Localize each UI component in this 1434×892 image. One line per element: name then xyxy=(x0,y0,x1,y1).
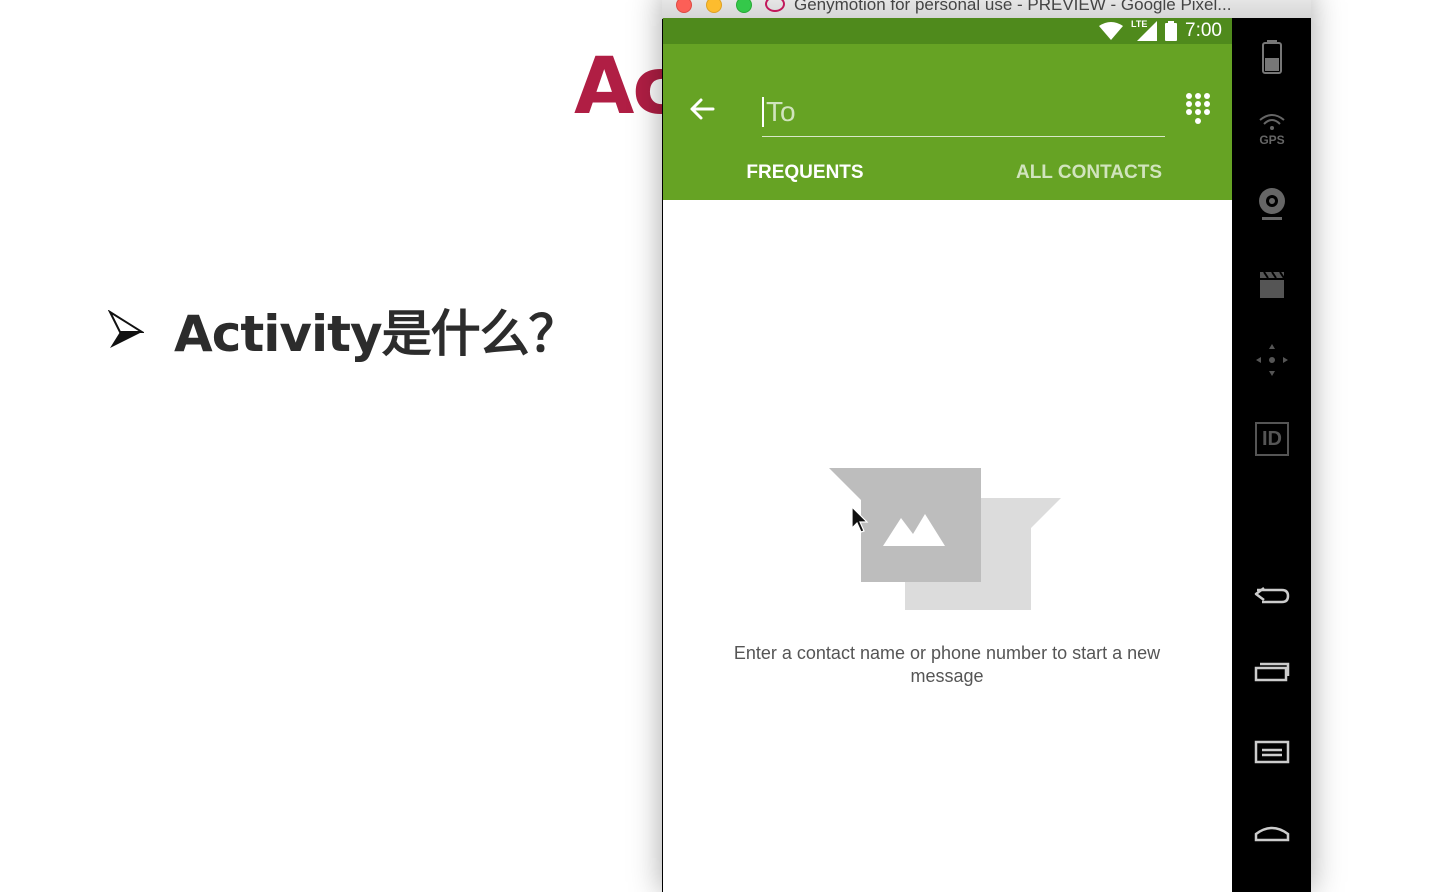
to-input[interactable] xyxy=(766,96,1146,128)
maximize-window-button[interactable] xyxy=(736,0,752,13)
tab-selected-indicator xyxy=(663,222,932,226)
status-time: 7:00 xyxy=(1185,20,1222,41)
menu-icon[interactable] xyxy=(1252,732,1292,772)
to-recipient-field[interactable] xyxy=(762,88,1165,137)
gps-icon xyxy=(1259,114,1285,130)
device-id-button[interactable]: ID xyxy=(1255,422,1289,456)
tab-all-contacts[interactable]: ALL CONTACTS xyxy=(947,162,1231,200)
wifi-icon xyxy=(1099,22,1124,40)
battery-widget-icon[interactable] xyxy=(1252,36,1292,76)
emulator-window: Genymotion for personal use - PREVIEW - … xyxy=(662,0,1311,892)
android-back-icon[interactable] xyxy=(1252,574,1292,614)
empty-messages-illustration-icon xyxy=(829,468,1061,610)
slide-bullet: Activity是什么？ xyxy=(108,294,579,366)
window-titlebar: Genymotion for personal use - PREVIEW - … xyxy=(662,0,1311,19)
window-title: Genymotion for personal use - PREVIEW - … xyxy=(794,0,1232,14)
phone-screen: LTE 7:00 To FREQUENTS ALL CONTACTS Enter… xyxy=(663,18,1232,892)
dialpad-icon[interactable] xyxy=(1185,92,1211,126)
back-arrow-icon[interactable] xyxy=(687,94,717,124)
close-window-button[interactable] xyxy=(676,0,692,13)
empty-state-message: Enter a contact name or phone number to … xyxy=(733,643,1161,686)
text-cursor xyxy=(762,97,764,127)
screencast-clapperboard-icon[interactable] xyxy=(1252,264,1292,304)
compose-app-bar: FREQUENTS ALL CONTACTS xyxy=(663,44,1232,226)
webcam-icon[interactable] xyxy=(1252,184,1292,224)
mouse-pointer-icon xyxy=(851,506,869,533)
gps-label: GPS xyxy=(1259,133,1285,147)
battery-icon xyxy=(1165,21,1178,41)
bullet-arrow-icon xyxy=(108,310,144,348)
emulator-side-toolbar: GPS ID xyxy=(1232,18,1311,892)
genymotion-logo-icon xyxy=(765,0,785,12)
android-home-icon[interactable] xyxy=(1252,812,1292,852)
recent-apps-icon[interactable] xyxy=(1252,654,1292,694)
status-bar: LTE 7:00 xyxy=(663,18,1232,44)
signal-icon xyxy=(1137,21,1158,41)
minimize-window-button[interactable] xyxy=(706,0,722,13)
tab-frequents[interactable]: FREQUENTS xyxy=(663,162,947,200)
remote-control-dpad-icon[interactable] xyxy=(1252,340,1292,380)
bullet-text: Activity是什么？ xyxy=(174,305,579,363)
gps-widget-button[interactable]: GPS xyxy=(1252,110,1292,150)
